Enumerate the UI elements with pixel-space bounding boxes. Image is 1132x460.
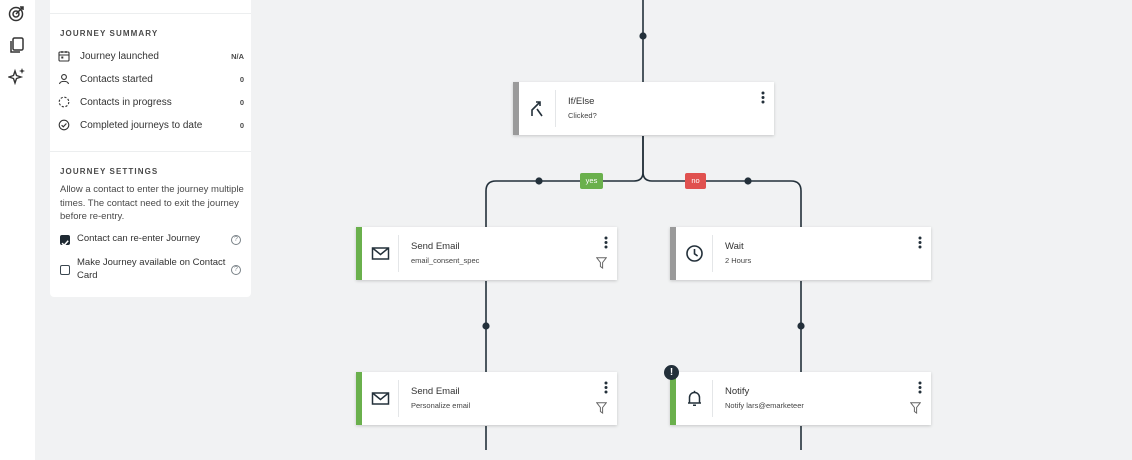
node-separator bbox=[712, 235, 713, 272]
node-title: Send Email bbox=[411, 386, 460, 397]
node-notify[interactable]: Notify Notify lars@emarketeer bbox=[670, 372, 931, 425]
node-status-bar bbox=[670, 227, 676, 280]
bell-icon bbox=[688, 390, 701, 407]
connector-dot[interactable] bbox=[482, 322, 490, 330]
node-title: Wait bbox=[725, 241, 744, 252]
connector-dot[interactable] bbox=[535, 177, 543, 185]
kebab-menu-icon[interactable] bbox=[761, 91, 765, 104]
kebab-menu-icon[interactable] bbox=[604, 236, 608, 249]
node-separator bbox=[555, 90, 556, 127]
node-subtitle: Personalize email bbox=[411, 401, 471, 410]
node-status-bar bbox=[356, 372, 362, 425]
node-send-email[interactable]: Send Email email_consent_spec bbox=[356, 227, 617, 280]
filter-icon[interactable] bbox=[910, 402, 921, 414]
node-send-email[interactable]: Send Email Personalize email bbox=[356, 372, 617, 425]
filter-icon[interactable] bbox=[596, 402, 607, 414]
kebab-menu-icon[interactable] bbox=[918, 236, 922, 249]
node-subtitle: Notify lars@emarketeer bbox=[725, 401, 804, 410]
node-separator bbox=[398, 380, 399, 417]
node-title: If/Else bbox=[568, 96, 595, 107]
filter-icon[interactable] bbox=[596, 257, 607, 269]
branch-yes-label: yes bbox=[580, 173, 603, 189]
connector-dot[interactable] bbox=[744, 177, 752, 185]
node-subtitle: email_consent_spec bbox=[411, 256, 480, 265]
connector-yes-branch bbox=[485, 136, 644, 227]
envelope-icon bbox=[371, 392, 390, 405]
connector-dot[interactable] bbox=[639, 32, 647, 40]
node-status-bar bbox=[513, 82, 519, 135]
node-if-else[interactable]: If/Else Clicked? bbox=[513, 82, 774, 135]
node-separator bbox=[398, 235, 399, 272]
kebab-menu-icon[interactable] bbox=[604, 381, 608, 394]
kebab-menu-icon[interactable] bbox=[918, 381, 922, 394]
warning-icon[interactable]: ! bbox=[664, 365, 679, 380]
node-subtitle: 2 Hours bbox=[725, 256, 752, 265]
split-icon bbox=[531, 101, 543, 117]
connector-no-branch bbox=[642, 136, 802, 227]
envelope-icon bbox=[371, 247, 390, 260]
clock-icon bbox=[686, 245, 703, 262]
connector-dot[interactable] bbox=[797, 322, 805, 330]
branch-no-label: no bbox=[685, 173, 706, 189]
node-separator bbox=[712, 380, 713, 417]
node-title: Notify bbox=[725, 386, 750, 397]
node-status-bar bbox=[356, 227, 362, 280]
node-title: Send Email bbox=[411, 241, 460, 252]
node-subtitle: Clicked? bbox=[568, 111, 597, 120]
node-wait[interactable]: Wait 2 Hours bbox=[670, 227, 931, 280]
